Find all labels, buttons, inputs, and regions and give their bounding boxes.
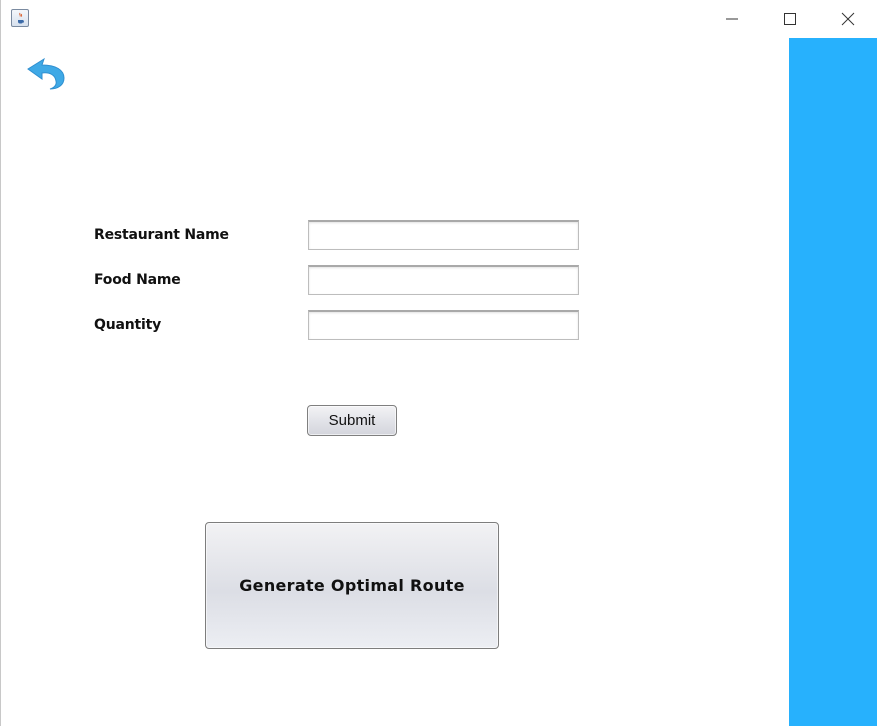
app-window: Restaurant Name Food Name Quantity Submi… <box>0 0 877 726</box>
food-name-input[interactable] <box>308 265 579 295</box>
close-icon <box>841 12 855 26</box>
quantity-label: Quantity <box>94 317 161 333</box>
generate-optimal-route-button[interactable]: Generate Optimal Route <box>205 522 499 649</box>
java-app-icon <box>11 9 29 27</box>
maximize-button[interactable] <box>761 0 819 38</box>
restaurant-name-input[interactable] <box>308 220 579 250</box>
title-bar <box>1 0 877 38</box>
minimize-icon <box>726 18 738 20</box>
minimize-button[interactable] <box>703 0 761 38</box>
food-name-label: Food Name <box>94 272 181 288</box>
quantity-input[interactable] <box>308 310 579 340</box>
maximize-icon <box>784 13 796 25</box>
restaurant-name-label: Restaurant Name <box>94 227 229 243</box>
side-panel <box>789 38 877 726</box>
back-arrow-icon[interactable] <box>25 52 67 92</box>
close-button[interactable] <box>819 0 877 38</box>
submit-button[interactable]: Submit <box>307 405 397 436</box>
